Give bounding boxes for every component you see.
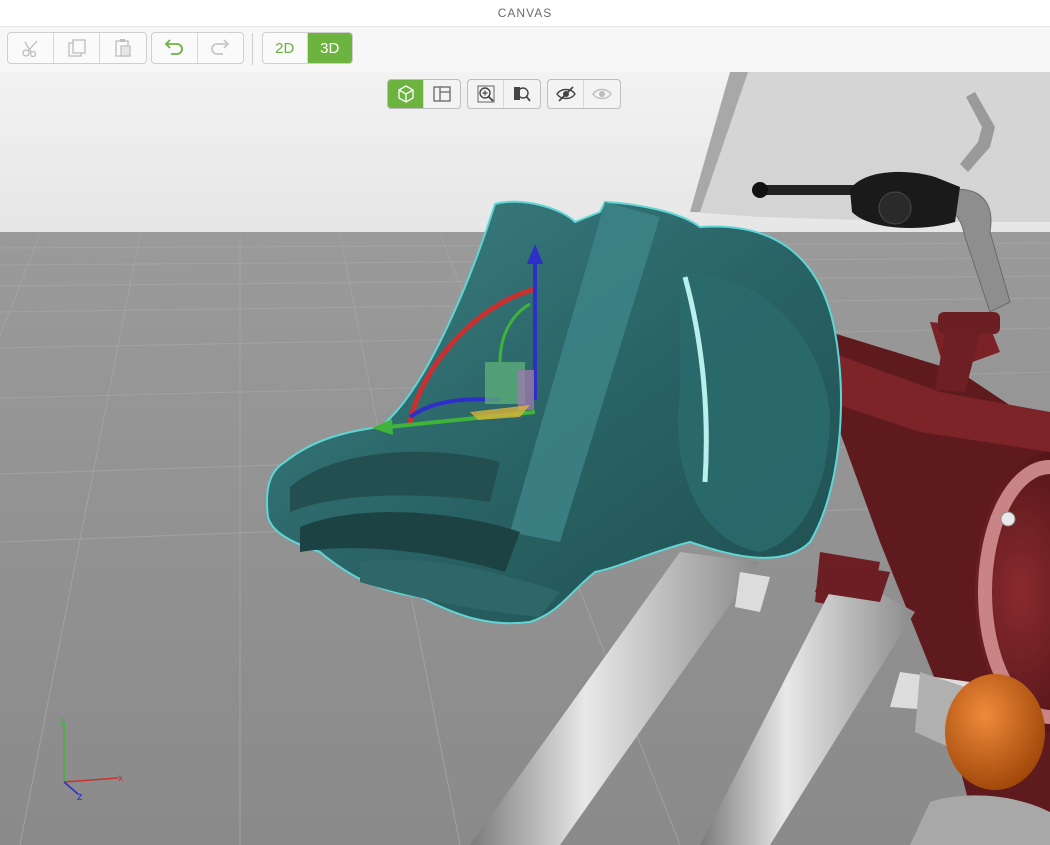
mode-3d-label: 3D: [320, 39, 340, 57]
zoom-selection-button[interactable]: [504, 80, 540, 108]
undo-icon: [164, 39, 184, 55]
3d-viewport[interactable]: y x z: [0, 72, 1050, 845]
toolbar: 2D 3D: [0, 27, 1050, 72]
perspective-view-button[interactable]: [388, 80, 424, 108]
toolbar-separator: [252, 33, 253, 65]
copy-button[interactable]: [54, 33, 100, 63]
visibility-tools: [547, 79, 621, 109]
cube-view-icon: [397, 85, 414, 103]
window-title: CANVAS: [497, 6, 553, 20]
eye-hidden-icon: [555, 86, 576, 102]
panel-view-icon: [433, 86, 451, 102]
orthographic-view-button[interactable]: [424, 80, 460, 108]
paste-button[interactable]: [100, 33, 146, 63]
history-button-group: [151, 32, 244, 64]
view-mode-group: 2D 3D: [262, 32, 353, 64]
axis-indicator: y x z: [60, 715, 123, 803]
redo-icon: [211, 39, 230, 55]
zoom-selection-icon: [514, 87, 531, 102]
paste-icon: [115, 39, 131, 57]
mode-2d-button[interactable]: 2D: [263, 33, 308, 63]
eye-icon: [592, 88, 612, 100]
show-all-button[interactable]: [584, 80, 620, 108]
edit-button-group: [7, 32, 147, 64]
redo-button[interactable]: [198, 33, 244, 63]
axis-z-label: z: [77, 791, 83, 803]
zoom-fit-button[interactable]: [468, 80, 504, 108]
title-bar: CANVAS: [0, 0, 1050, 27]
scene-render: [0, 72, 1050, 845]
mode-3d-button[interactable]: 3D: [307, 33, 352, 63]
hide-selected-button[interactable]: [548, 80, 584, 108]
copy-icon: [67, 39, 86, 57]
mode-2d-label: 2D: [275, 39, 295, 57]
projection-tools: [387, 79, 461, 109]
axis-y-label: y: [60, 715, 65, 725]
undo-button[interactable]: [152, 33, 198, 63]
axis-x-label: x: [118, 773, 123, 784]
zoom-in-icon: [477, 85, 494, 103]
scissors-icon: [21, 40, 37, 58]
cut-button[interactable]: [8, 33, 54, 63]
zoom-tools: [467, 79, 541, 109]
